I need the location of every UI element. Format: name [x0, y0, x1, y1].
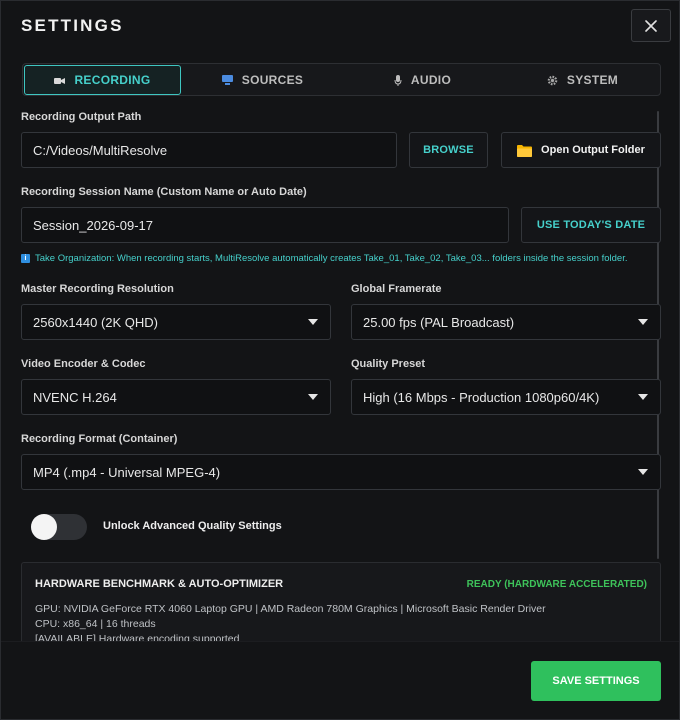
benchmark-available-line: [AVAILABLE] Hardware encoding supported — [35, 633, 240, 641]
chevron-down-icon — [308, 394, 318, 400]
quality-value: High (16 Mbps - Production 1080p60/4K) — [363, 389, 600, 405]
output-path-input[interactable] — [33, 142, 396, 158]
open-output-folder-label: Open Output Folder — [541, 144, 645, 156]
tab-label: SYSTEM — [566, 73, 619, 87]
tab-audio[interactable]: AUDIO — [344, 65, 501, 95]
session-name-input[interactable] — [33, 217, 508, 233]
framerate-value: 25.00 fps (PAL Broadcast) — [363, 314, 515, 330]
framerate-select[interactable]: 25.00 fps (PAL Broadcast) — [351, 304, 661, 340]
encoder-select[interactable]: NVENC H.264 — [21, 379, 331, 415]
tab-recording[interactable]: RECORDING — [24, 65, 181, 95]
chevron-down-icon — [308, 319, 318, 325]
resolution-value: 2560x1440 (2K QHD) — [33, 314, 159, 330]
format-value: MP4 (.mp4 - Universal MPEG-4) — [33, 464, 221, 480]
folder-icon — [517, 144, 533, 157]
quality-select[interactable]: High (16 Mbps - Production 1080p60/4K) — [351, 379, 661, 415]
quality-label: Quality Preset — [351, 358, 425, 370]
format-select[interactable]: MP4 (.mp4 - Universal MPEG-4) — [21, 454, 661, 490]
session-name-field[interactable] — [21, 207, 509, 243]
dialog-header: SETTINGS — [1, 1, 679, 51]
tab-system[interactable]: SYSTEM — [504, 65, 661, 95]
microphone-icon — [394, 74, 402, 86]
resolution-label: Master Recording Resolution — [21, 283, 174, 295]
advanced-quality-toggle[interactable] — [31, 514, 87, 540]
benchmark-status-badge: READY (HARDWARE ACCELERATED) — [466, 579, 647, 590]
output-path-label: Recording Output Path — [21, 111, 142, 123]
encoder-label: Video Encoder & Codec — [21, 358, 146, 370]
gear-icon — [547, 75, 558, 86]
info-text: Take Organization: When recording starts… — [35, 253, 628, 264]
format-label: Recording Format (Container) — [21, 433, 178, 445]
tab-label: AUDIO — [410, 73, 452, 87]
dialog-title: SETTINGS — [21, 16, 124, 35]
save-settings-button[interactable]: SAVE SETTINGS — [531, 661, 661, 701]
monitor-icon — [221, 75, 233, 85]
output-path-field[interactable] — [21, 132, 397, 168]
info-icon: i — [21, 254, 30, 263]
hardware-benchmark-panel: HARDWARE BENCHMARK & AUTO-OPTIMIZER READ… — [21, 562, 661, 641]
chevron-down-icon — [638, 469, 648, 475]
tab-label: SOURCES — [241, 73, 304, 87]
chevron-down-icon — [638, 394, 648, 400]
take-organization-info: i Take Organization: When recording star… — [21, 253, 628, 264]
close-icon — [645, 19, 657, 32]
benchmark-title: HARDWARE BENCHMARK & AUTO-OPTIMIZER — [35, 578, 284, 590]
benchmark-cpu-line: CPU: x86_64 | 16 threads — [35, 618, 156, 630]
advanced-quality-label: Unlock Advanced Quality Settings — [103, 520, 282, 532]
camera-icon — [54, 76, 66, 85]
open-output-folder-button[interactable]: Open Output Folder — [501, 132, 661, 168]
resolution-select[interactable]: 2560x1440 (2K QHD) — [21, 304, 331, 340]
framerate-label: Global Framerate — [351, 283, 442, 295]
tab-label: RECORDING — [74, 73, 151, 87]
use-todays-date-button[interactable]: USE TODAY'S DATE — [521, 207, 661, 243]
tab-sources[interactable]: SOURCES — [184, 65, 341, 95]
session-name-label: Recording Session Name (Custom Name or A… — [21, 186, 307, 198]
toggle-knob — [31, 514, 57, 540]
footer-divider — [1, 641, 679, 642]
tab-bar: RECORDING SOURCES AUDIO SYSTEM — [22, 63, 661, 96]
encoder-value: NVENC H.264 — [33, 389, 117, 405]
close-button[interactable] — [631, 9, 671, 42]
chevron-down-icon — [638, 319, 648, 325]
browse-button[interactable]: BROWSE — [409, 132, 488, 168]
settings-dialog: SETTINGS RECORDING SOURCES AUDIO SYSTEM … — [0, 0, 680, 720]
benchmark-gpu-line: GPU: NVIDIA GeForce RTX 4060 Laptop GPU … — [35, 603, 546, 615]
